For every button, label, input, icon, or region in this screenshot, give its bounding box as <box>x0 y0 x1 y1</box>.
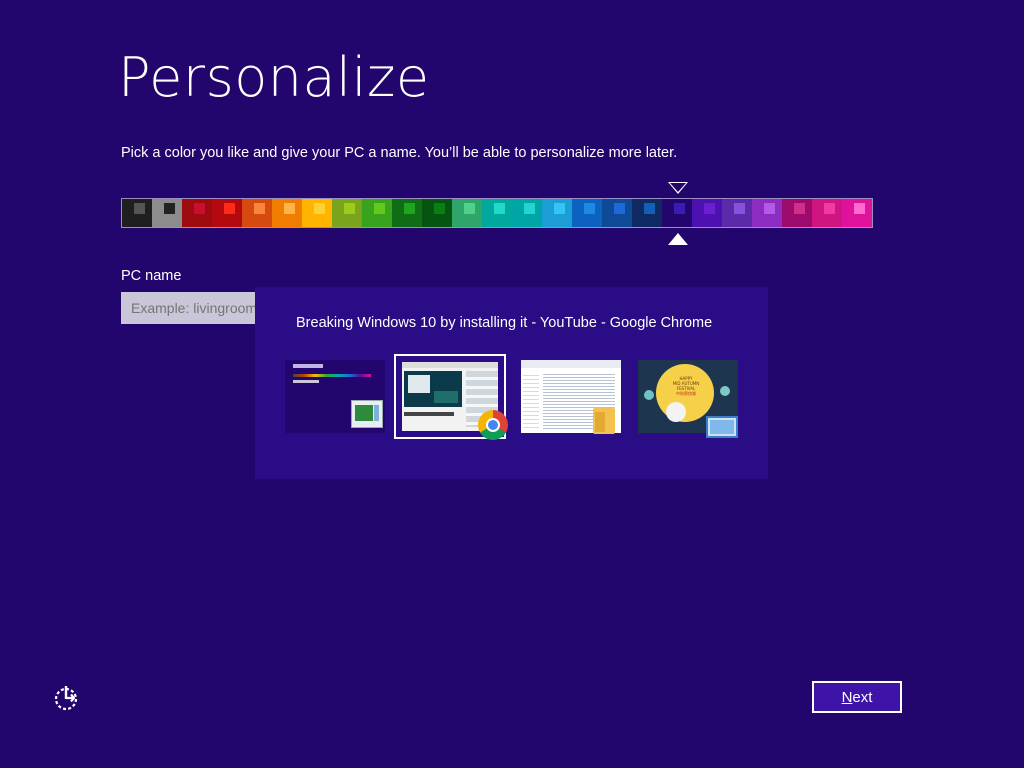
color-swatch-chip <box>524 203 535 214</box>
color-swatch[interactable] <box>722 199 752 227</box>
festival-text: HAPPY MID AUTUMN FESTIVAL 中秋節快樂 <box>664 376 708 396</box>
color-swatch-chip <box>734 203 745 214</box>
color-swatch-chip <box>674 203 685 214</box>
page-subtitle: Pick a color you like and give your PC a… <box>121 145 678 161</box>
next-button-label: Next <box>841 688 873 706</box>
color-swatch[interactable] <box>662 199 692 227</box>
color-swatch[interactable] <box>842 199 872 227</box>
color-palette[interactable] <box>121 198 873 228</box>
color-swatch-chip <box>794 203 805 214</box>
selected-color-marker-bottom-icon <box>668 233 688 245</box>
page-title: Personalize <box>118 46 430 109</box>
thumbnail-flower <box>720 386 730 396</box>
thumbnail-palette-strip <box>293 374 371 377</box>
color-swatch-chip <box>404 203 415 214</box>
color-swatch-chip <box>464 203 475 214</box>
setup-icon <box>351 400 383 428</box>
color-swatch[interactable] <box>392 199 422 227</box>
color-swatch-chip <box>344 203 355 214</box>
color-swatch[interactable] <box>692 199 722 227</box>
thumbnail-personalize-setup[interactable] <box>279 354 391 439</box>
color-swatch[interactable] <box>152 199 182 227</box>
color-swatch[interactable] <box>812 199 842 227</box>
color-swatch[interactable] <box>752 199 782 227</box>
thumbnail-nav-pane <box>523 372 539 429</box>
color-swatch[interactable] <box>632 199 662 227</box>
color-swatch[interactable] <box>512 199 542 227</box>
switcher-window-title: Breaking Windows 10 by installing it - Y… <box>296 315 713 331</box>
thumbnail-title-text <box>293 364 323 368</box>
thumbnail-file-explorer[interactable] <box>515 354 627 439</box>
color-swatch-chip <box>434 203 445 214</box>
thumbnail-festival-image[interactable]: HAPPY MID AUTUMN FESTIVAL 中秋節快樂 <box>632 354 744 439</box>
festival-line: 中秋節快樂 <box>676 391 696 396</box>
color-swatch[interactable] <box>572 199 602 227</box>
color-swatch-chip <box>314 203 325 214</box>
color-swatch[interactable] <box>482 199 512 227</box>
color-swatch[interactable] <box>422 199 452 227</box>
pc-name-label: PC name <box>121 268 182 284</box>
color-swatch[interactable] <box>782 199 812 227</box>
color-swatch-chip <box>704 203 715 214</box>
color-swatch[interactable] <box>542 199 572 227</box>
folder-icon <box>593 408 615 434</box>
color-swatch-chip <box>254 203 265 214</box>
thumbnail-browser-bar <box>402 362 498 368</box>
next-button[interactable]: Next <box>812 681 902 713</box>
selected-color-marker-top-icon <box>668 182 688 194</box>
color-swatch-chip <box>644 203 655 214</box>
thumbnail-input <box>293 380 319 383</box>
color-swatch-chip <box>284 203 295 214</box>
thumbnail-ribbon <box>521 360 621 368</box>
color-swatch[interactable] <box>122 199 152 227</box>
color-swatch[interactable] <box>212 199 242 227</box>
ease-of-access-icon[interactable] <box>52 684 80 712</box>
color-swatch-chip <box>494 203 505 214</box>
color-swatch-chip <box>224 203 235 214</box>
thumbnail-rabbit <box>666 402 686 422</box>
color-swatch[interactable] <box>452 199 482 227</box>
computer-icon <box>706 416 738 438</box>
alt-tab-switcher: Breaking Windows 10 by installing it - Y… <box>255 287 768 479</box>
color-swatch-chip <box>554 203 565 214</box>
color-swatch-chip <box>614 203 625 214</box>
color-swatch-chip <box>134 203 145 214</box>
thumbnail-video-title <box>404 412 454 416</box>
color-swatch-chip <box>584 203 595 214</box>
thumbnail-flower <box>644 390 654 400</box>
color-swatch[interactable] <box>332 199 362 227</box>
color-swatch[interactable] <box>182 199 212 227</box>
chrome-icon <box>478 410 508 440</box>
color-swatch-chip <box>824 203 835 214</box>
color-swatch-chip <box>854 203 865 214</box>
color-swatch[interactable] <box>242 199 272 227</box>
color-swatch-chip <box>194 203 205 214</box>
color-swatch-chip <box>374 203 385 214</box>
thumbnail-chrome-youtube[interactable] <box>394 354 508 440</box>
thumbnail-video <box>404 371 462 407</box>
color-swatch[interactable] <box>602 199 632 227</box>
color-swatch[interactable] <box>362 199 392 227</box>
color-swatch-chip <box>164 203 175 214</box>
color-swatch-chip <box>764 203 775 214</box>
color-swatch[interactable] <box>302 199 332 227</box>
color-swatch[interactable] <box>272 199 302 227</box>
